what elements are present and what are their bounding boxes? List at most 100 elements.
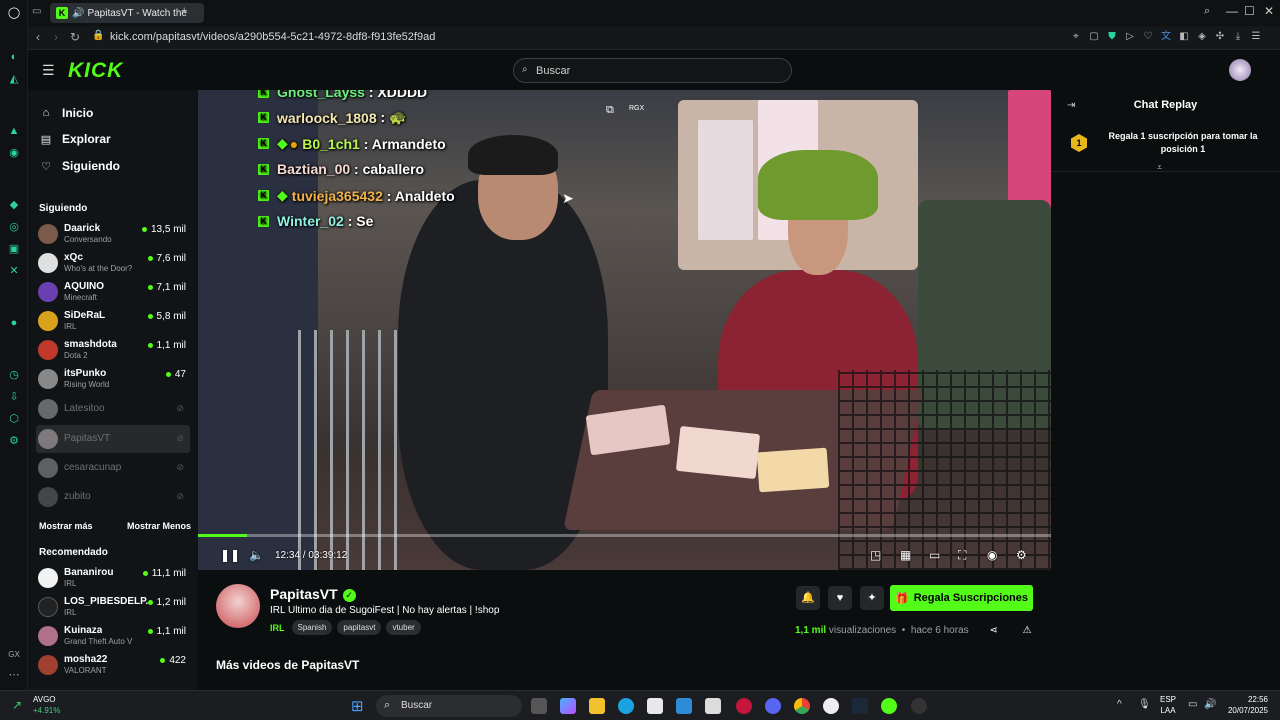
tray-expand-icon[interactable]: ^: [1117, 699, 1122, 710]
share-icon[interactable]: ⋖: [989, 625, 997, 636]
tag[interactable]: Spanish: [291, 620, 333, 635]
url-field[interactable]: kick.com/papitasvt/videos/a290b554-5c21-…: [110, 31, 435, 43]
nav-inicio[interactable]: ⌂ Inicio: [39, 106, 94, 120]
user-avatar[interactable]: [1229, 59, 1251, 81]
speaker-icon[interactable]: 🔊: [1204, 699, 1216, 710]
tag[interactable]: vtuber: [386, 620, 421, 635]
expand-icon[interactable]: ⩡: [1157, 162, 1162, 173]
following-channel[interactable]: Daarick Conversando 13,5 mil: [36, 220, 190, 248]
chrome-icon[interactable]: [794, 698, 810, 714]
aria-icon[interactable]: ◐: [7, 50, 21, 64]
back-icon[interactable]: ‹: [36, 30, 40, 44]
spotify-icon[interactable]: ●: [7, 316, 21, 330]
kick-logo[interactable]: KICK: [68, 59, 123, 83]
shield-icon[interactable]: ⛊: [1106, 31, 1118, 43]
x-icon[interactable]: ✕: [7, 264, 21, 278]
progress-bar[interactable]: [198, 534, 1051, 537]
following-channel[interactable]: AQUINO Minecraft 7,1 mil: [36, 278, 190, 306]
sparkle-button[interactable]: ✦: [860, 586, 884, 610]
recommended-channel[interactable]: Bananirou IRL 11,1 mil: [36, 564, 190, 592]
recommended-channel[interactable]: LOS_PIBESDELP... IRL 1,2 mil: [36, 593, 190, 621]
minimize-icon[interactable]: —: [1226, 4, 1238, 18]
theater-mode-icon[interactable]: ▭: [929, 548, 940, 562]
github-icon[interactable]: [823, 698, 839, 714]
pin-icon[interactable]: ⌖: [1070, 31, 1082, 43]
playback-speed-icon[interactable]: ◉: [987, 548, 997, 562]
close-icon[interactable]: ✕: [1264, 4, 1274, 18]
fullscreen-icon[interactable]: ⛶: [958, 548, 966, 563]
ai-icon[interactable]: ◭: [7, 72, 21, 86]
extensions-icon[interactable]: ⬡: [7, 412, 21, 426]
report-icon[interactable]: ⚠: [1023, 625, 1032, 636]
network-icon[interactable]: ▭: [1188, 699, 1197, 710]
steam-icon[interactable]: [852, 698, 868, 714]
opera-gx-icon[interactable]: [736, 698, 752, 714]
pause-icon[interactable]: ❚❚: [220, 548, 240, 562]
task-view-icon[interactable]: [531, 698, 547, 714]
channel-avatar[interactable]: [216, 584, 260, 628]
hamburger-icon[interactable]: ☰: [42, 62, 55, 79]
channel-name[interactable]: PapitasVT ✓: [270, 586, 356, 602]
recommended-channel[interactable]: Kuinaza Grand Theft Auto V 1,1 mil: [36, 622, 190, 650]
nav-siguiendo[interactable]: ♡ Siguiendo: [39, 159, 120, 173]
clip-icon[interactable]: ▦: [900, 548, 911, 562]
tabs-menu-icon[interactable]: ▭: [32, 6, 41, 17]
tag[interactable]: papitasvt: [337, 620, 382, 635]
kick-shortcut-icon[interactable]: ▲: [7, 124, 21, 138]
file-explorer-icon[interactable]: [589, 698, 605, 714]
settings-gear-icon[interactable]: ⚙: [1016, 548, 1027, 562]
download-icon[interactable]: ⤓: [1232, 31, 1244, 43]
search-input[interactable]: ⌕ Buscar: [513, 58, 792, 83]
translate-icon[interactable]: 文: [1160, 31, 1172, 43]
instagram-icon[interactable]: ▣: [7, 242, 21, 256]
bookmark-heart-icon[interactable]: ♡: [1142, 31, 1154, 43]
following-channel[interactable]: xQc Who's at the Door? 7,6 mil: [36, 249, 190, 277]
maximize-icon[interactable]: ☐: [1244, 4, 1255, 18]
kick-app-icon[interactable]: [881, 698, 897, 714]
nav-explorar[interactable]: ▤ Explorar: [39, 132, 111, 146]
discord-icon[interactable]: [765, 698, 781, 714]
offline-channel[interactable]: Latesitoo ⊘: [36, 395, 190, 423]
speaker-icon[interactable]: 🔊: [72, 8, 84, 19]
popout-icon[interactable]: ⧉: [606, 104, 614, 117]
notes-icon[interactable]: [705, 698, 721, 714]
search-tabs-icon[interactable]: ⌕: [1204, 5, 1210, 18]
telegram-icon[interactable]: ◆: [7, 198, 21, 212]
copilot-icon[interactable]: [560, 698, 576, 714]
show-less-button[interactable]: Mostrar Menos: [127, 521, 191, 531]
extension-icon[interactable]: ◧: [1178, 31, 1190, 43]
store-icon[interactable]: [647, 698, 663, 714]
vscode-icon[interactable]: [676, 698, 692, 714]
edge-icon[interactable]: [618, 698, 634, 714]
snapshot-icon[interactable]: ▢: [1088, 31, 1100, 43]
windows-start-icon[interactable]: ⊞: [351, 697, 364, 715]
obs-icon[interactable]: [911, 698, 927, 714]
offline-channel[interactable]: PapitasVT ⊘: [36, 425, 190, 453]
new-tab-icon[interactable]: +: [181, 5, 187, 17]
messenger-icon[interactable]: ◉: [7, 146, 21, 160]
opera-logo-icon[interactable]: ◯: [7, 6, 21, 20]
following-channel[interactable]: SiDeRaL IRL 5,8 mil: [36, 307, 190, 335]
notification-bell-button[interactable]: 🔔: [796, 586, 820, 610]
offline-channel[interactable]: cesaracunap ⊘: [36, 454, 190, 482]
downloads-icon[interactable]: ⇩: [7, 390, 21, 404]
following-channel[interactable]: smashdota Dota 2 1,1 mil: [36, 336, 190, 364]
gx-icon[interactable]: GX: [7, 648, 21, 662]
clock[interactable]: 22:56 20/07/2025: [1228, 694, 1268, 716]
offline-channel[interactable]: zubito ⊘: [36, 483, 190, 511]
show-more-button[interactable]: Mostrar más: [39, 521, 93, 531]
settings-icon[interactable]: ⚙: [7, 434, 21, 448]
sidebar-toggle-icon[interactable]: ☰: [1250, 31, 1262, 43]
recommended-channel[interactable]: mosha22 VALORANT 422: [36, 651, 190, 679]
pinned-gift-banner[interactable]: 1 Regala 1 suscripción para tomar la pos…: [1051, 120, 1280, 172]
miniplayer-icon[interactable]: ◳: [870, 548, 881, 562]
volume-icon[interactable]: 🔈: [249, 548, 264, 562]
gift-subscriptions-button[interactable]: 🎁 Regala Suscripciones: [890, 585, 1033, 611]
forward-icon[interactable]: ›: [54, 30, 58, 44]
taskbar-search[interactable]: ⌕ Buscar: [376, 695, 522, 717]
stock-widget[interactable]: AVGO +4.91%: [33, 694, 60, 716]
mic-icon[interactable]: 🎙: [1138, 699, 1151, 710]
whatsapp-icon[interactable]: ◎: [7, 220, 21, 234]
history-icon[interactable]: ◷: [7, 368, 21, 382]
puzzle-icon[interactable]: ✣: [1214, 31, 1226, 43]
